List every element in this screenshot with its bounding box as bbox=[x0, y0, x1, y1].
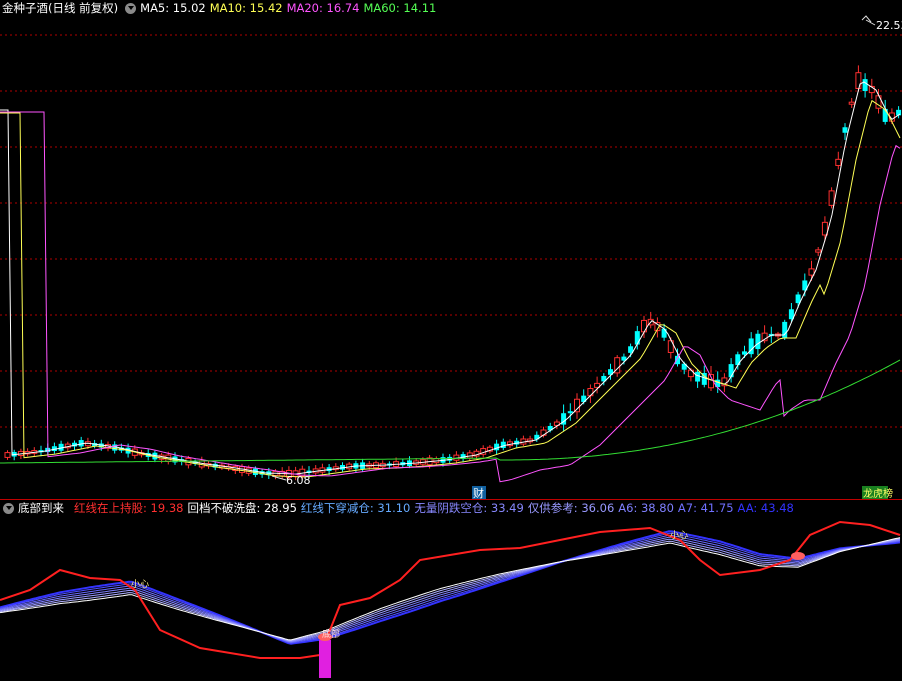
main-menu-icon[interactable] bbox=[125, 2, 137, 14]
ind-item-a7: A7: 41.75 bbox=[677, 501, 734, 515]
ma20-label: MA20: 16.74 bbox=[286, 1, 360, 15]
indicator-menu-icon[interactable] bbox=[3, 502, 14, 514]
ind-item-ref: 仅供参考: 36.06 bbox=[527, 501, 615, 515]
ma5-label: MA5: 15.02 bbox=[140, 1, 206, 15]
ind-item-empty: 无量阴跌空仓: 33.49 bbox=[414, 501, 524, 515]
indicator-name: 底部到来 bbox=[18, 501, 64, 515]
ma60-label: MA60: 14.11 bbox=[363, 1, 437, 15]
caution-label-1: 小心 bbox=[131, 579, 149, 590]
ind-item-hold: 红线在上持股: 19.38 bbox=[74, 501, 184, 515]
bottom-signal-bar: 底部 bbox=[318, 628, 340, 678]
signal-dot bbox=[791, 552, 805, 560]
ind-item-reduce: 红线下穿减仓: 31.10 bbox=[300, 501, 411, 515]
caution-label-2: 小心 bbox=[670, 530, 688, 541]
ind-item-a6: A6: 38.80 bbox=[618, 501, 674, 515]
bottom-signal-label: 底部 bbox=[322, 628, 340, 640]
stock-title: 金种子酒(日线 前复权) bbox=[2, 1, 119, 15]
indicator-chart[interactable]: 底部 小心 小心 bbox=[0, 0, 902, 681]
ind-item-aa: AA: 43.48 bbox=[737, 501, 794, 515]
ind-item-wash: 回档不破洗盘: 28.95 bbox=[187, 501, 297, 515]
main-legend: 金种子酒(日线 前复权) MA5: 15.02 MA10: 15.42 MA20… bbox=[0, 0, 440, 16]
indicator-lines bbox=[0, 520, 901, 659]
indicator-legend: 底部到来 红线在上持股: 19.38 回档不破洗盘: 28.95 红线下穿减仓:… bbox=[0, 500, 798, 516]
ma10-label: MA10: 15.42 bbox=[209, 1, 283, 15]
